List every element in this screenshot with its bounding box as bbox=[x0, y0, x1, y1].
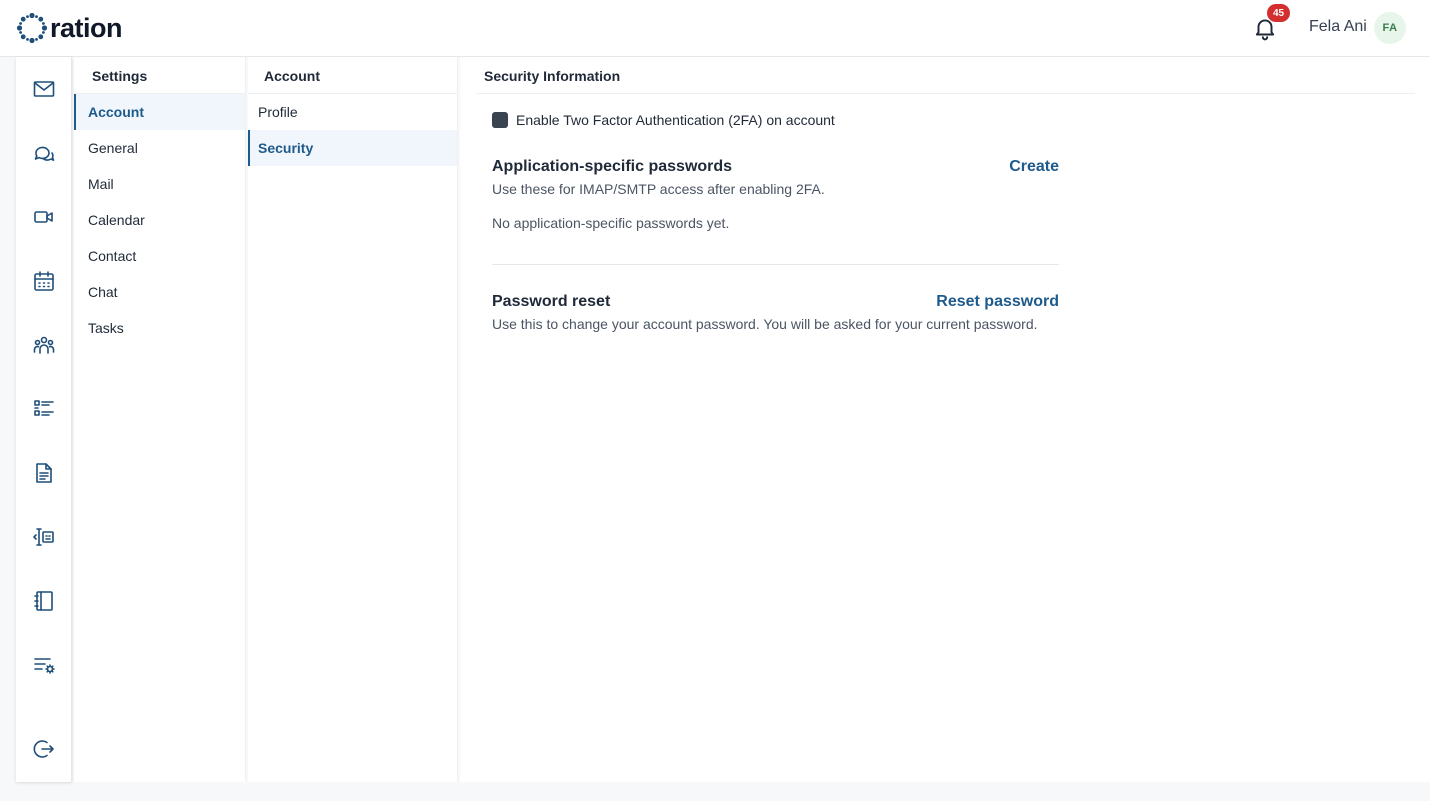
settings-item-account[interactable]: Account bbox=[74, 94, 245, 130]
account-title: Account bbox=[248, 57, 457, 94]
user-name[interactable]: Fela Ani bbox=[1309, 18, 1367, 36]
app-passwords-empty-state: No application-specific passwords yet. bbox=[492, 215, 730, 231]
settings-item-mail[interactable]: Mail bbox=[74, 166, 245, 202]
settings-item-tasks[interactable]: Tasks bbox=[74, 310, 245, 346]
account-item-security[interactable]: Security bbox=[248, 130, 457, 166]
settings-title: Settings bbox=[74, 57, 245, 94]
create-password-button[interactable]: Create bbox=[1009, 158, 1059, 176]
notification-badge: 45 bbox=[1267, 4, 1290, 22]
video-icon[interactable] bbox=[32, 205, 56, 229]
top-bar: ration 45 Fela Ani FA bbox=[0, 0, 1430, 57]
password-reset-title: Password reset bbox=[492, 293, 611, 310]
brand-name: ration bbox=[50, 12, 123, 43]
contacts-icon[interactable] bbox=[32, 333, 56, 357]
account-item-profile[interactable]: Profile bbox=[248, 94, 457, 130]
settings-list-icon[interactable] bbox=[32, 653, 56, 677]
page-title: Security Information bbox=[476, 57, 1415, 94]
settings-panel: Settings Account General Mail Calendar C… bbox=[74, 57, 246, 782]
settings-item-chat[interactable]: Chat bbox=[74, 274, 245, 310]
settings-item-contact[interactable]: Contact bbox=[74, 238, 245, 274]
mail-icon[interactable] bbox=[32, 77, 56, 101]
app-passwords-description: Use these for IMAP/SMTP access after ena… bbox=[492, 181, 825, 197]
two-factor-label: Enable Two Factor Authentication (2FA) o… bbox=[516, 112, 835, 128]
ration-logo-icon bbox=[16, 12, 48, 44]
document-icon[interactable] bbox=[32, 461, 56, 485]
tasks-icon[interactable] bbox=[32, 397, 56, 421]
calendar-icon[interactable] bbox=[32, 269, 56, 293]
section-divider bbox=[492, 264, 1059, 265]
settings-item-calendar[interactable]: Calendar bbox=[74, 202, 245, 238]
avatar[interactable]: FA bbox=[1374, 12, 1406, 44]
app-rail bbox=[16, 57, 72, 782]
settings-item-general[interactable]: General bbox=[74, 130, 245, 166]
code-review-icon[interactable] bbox=[32, 525, 56, 549]
two-factor-toggle[interactable]: Enable Two Factor Authentication (2FA) o… bbox=[492, 112, 835, 128]
app-passwords-title: Application-specific passwords bbox=[492, 158, 733, 175]
security-content: Security Information Enable Two Factor A… bbox=[460, 57, 1430, 782]
notebook-icon[interactable] bbox=[32, 589, 56, 613]
logout-icon[interactable] bbox=[32, 737, 56, 761]
chat-icon[interactable] bbox=[32, 141, 56, 165]
logo[interactable]: ration bbox=[16, 12, 123, 44]
account-panel: Account Profile Security bbox=[248, 57, 458, 782]
password-reset-description: Use this to change your account password… bbox=[492, 316, 1038, 332]
two-factor-checkbox[interactable] bbox=[492, 112, 508, 128]
reset-password-button[interactable]: Reset password bbox=[936, 293, 1059, 311]
